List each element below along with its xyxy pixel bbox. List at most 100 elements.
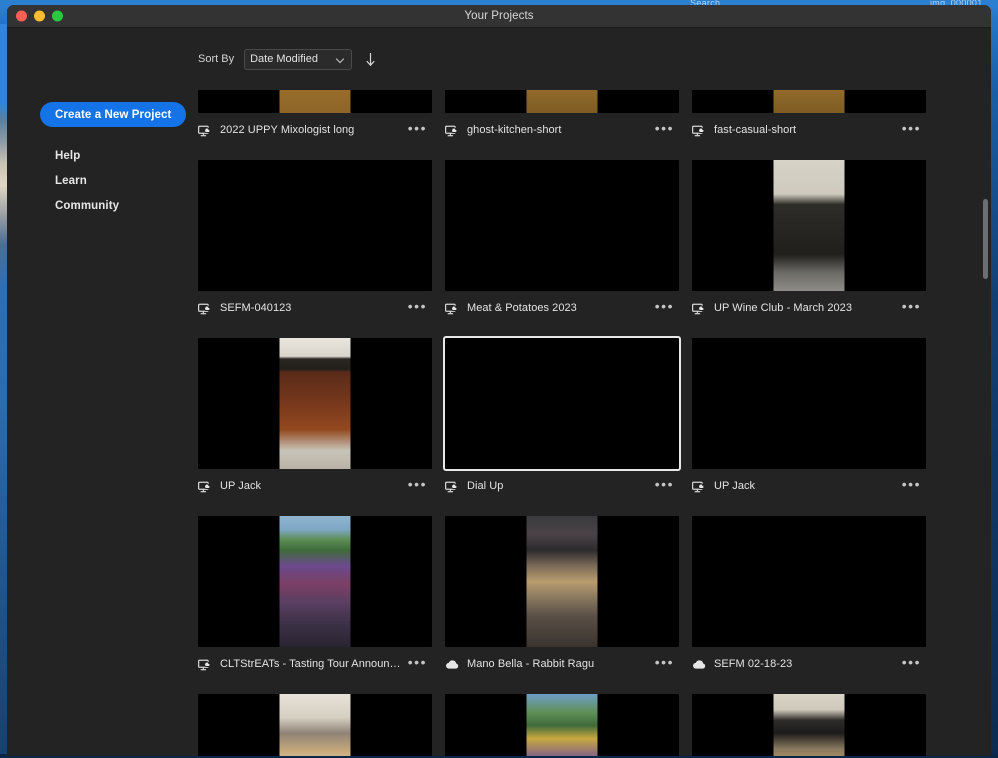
project-card[interactable]: 2022 UPPY Mixologist long•••: [198, 90, 432, 141]
project-meta-row: Dial Up•••: [445, 475, 679, 497]
project-card[interactable]: Mano Bella - Rabbit Ragu•••: [445, 516, 679, 675]
project-more-options-button[interactable]: •••: [896, 124, 923, 137]
project-thumbnail[interactable]: [692, 160, 926, 291]
cloud-sync-icon: [692, 302, 707, 315]
vertical-scrollbar[interactable]: [983, 114, 988, 756]
project-meta-row: SEFM-040123•••: [198, 297, 432, 319]
project-thumbnail[interactable]: [445, 90, 679, 113]
cloud-sync-icon: [445, 124, 460, 137]
cloud-icon: [692, 658, 707, 671]
project-more-options-button[interactable]: •••: [402, 302, 429, 315]
sort-direction-button[interactable]: [362, 50, 378, 68]
project-more-options-button[interactable]: •••: [649, 124, 676, 137]
project-card[interactable]: UP Jack•••: [692, 338, 926, 497]
project-meta-row: fast-casual-short•••: [692, 119, 926, 141]
sidebar: Create a New Project Help Learn Communit…: [7, 28, 193, 756]
sidebar-links: Help Learn Community: [55, 150, 119, 212]
project-thumbnail[interactable]: [445, 694, 679, 756]
thumbnail-image: [280, 90, 351, 113]
project-meta-row: ghost-kitchen-short•••: [445, 119, 679, 141]
sort-by-selected-value: Date Modified: [250, 53, 337, 65]
cloud-icon: [445, 658, 460, 671]
project-thumbnail[interactable]: [692, 516, 926, 647]
thumbnail-image: [774, 160, 845, 291]
project-thumbnail[interactable]: [198, 516, 432, 647]
project-thumbnail[interactable]: [445, 160, 679, 291]
sidebar-item-help[interactable]: Help: [55, 150, 119, 162]
project-thumbnail[interactable]: [198, 160, 432, 291]
project-more-options-button[interactable]: •••: [402, 658, 429, 671]
project-more-options-button[interactable]: •••: [649, 302, 676, 315]
project-card[interactable]: [445, 694, 679, 756]
project-card[interactable]: ghost-kitchen-short•••: [445, 90, 679, 141]
chevron-down-icon: [337, 55, 346, 64]
project-card[interactable]: Dial Up•••: [445, 338, 679, 497]
projects-scroll-area[interactable]: 2022 UPPY Mixologist long••• ghost-kitche…: [193, 90, 991, 756]
arrow-down-icon: [365, 52, 376, 67]
thumbnail-image: [774, 90, 845, 113]
thumbnail-image: [527, 694, 598, 756]
cloud-sync-icon: [198, 302, 213, 315]
project-more-options-button[interactable]: •••: [896, 658, 923, 671]
project-name: UP Jack: [220, 480, 402, 492]
project-thumbnail[interactable]: [198, 338, 432, 469]
thumbnail-image: [527, 516, 598, 647]
project-thumbnail[interactable]: [198, 694, 432, 756]
project-thumbnail[interactable]: [692, 338, 926, 469]
cloud-sync-icon: [198, 124, 213, 137]
project-thumbnail[interactable]: [445, 338, 679, 469]
window-title: Your Projects: [7, 10, 991, 22]
sort-by-label: Sort By: [198, 53, 234, 65]
content-area: Sort By Date Modified 2022 UPPY Mixologi…: [193, 28, 991, 756]
project-card[interactable]: SEFM-040123•••: [198, 160, 432, 319]
project-thumbnail[interactable]: [445, 516, 679, 647]
project-card[interactable]: Meat & Potatoes 2023•••: [445, 160, 679, 319]
project-card[interactable]: CLTStrEATs - Tasting Tour Announcements•…: [198, 516, 432, 675]
desktop-wallpaper-sliver: [0, 24, 7, 758]
cloud-sync-icon: [692, 124, 707, 137]
project-card[interactable]: UP Jack•••: [198, 338, 432, 497]
project-name: UP Wine Club - March 2023: [714, 302, 896, 314]
close-button[interactable]: [16, 11, 27, 22]
project-more-options-button[interactable]: •••: [896, 480, 923, 493]
project-name: CLTStrEATs - Tasting Tour Announcements: [220, 658, 402, 670]
project-more-options-button[interactable]: •••: [649, 658, 676, 671]
thumbnail-image: [527, 90, 598, 113]
maximize-button[interactable]: [52, 11, 63, 22]
project-card[interactable]: UP Wine Club - March 2023•••: [692, 160, 926, 319]
project-name: Dial Up: [467, 480, 649, 492]
scrollbar-thumb[interactable]: [983, 199, 988, 279]
project-thumbnail[interactable]: [692, 694, 926, 756]
project-meta-row: UP Jack•••: [198, 475, 432, 497]
minimize-button[interactable]: [34, 11, 45, 22]
project-meta-row: SEFM 02-18-23•••: [692, 653, 926, 675]
project-card[interactable]: fast-casual-short•••: [692, 90, 926, 141]
project-card[interactable]: [198, 694, 432, 756]
project-card[interactable]: SEFM 02-18-23•••: [692, 516, 926, 675]
sidebar-item-community[interactable]: Community: [55, 200, 119, 212]
project-more-options-button[interactable]: •••: [649, 480, 676, 493]
project-meta-row: Meat & Potatoes 2023•••: [445, 297, 679, 319]
sort-toolbar: Sort By Date Modified: [193, 28, 991, 90]
sidebar-item-learn[interactable]: Learn: [55, 175, 119, 187]
application-window: Your Projects Create a New Project Help …: [7, 5, 991, 756]
window-titlebar: Your Projects: [7, 5, 991, 28]
project-name: SEFM 02-18-23: [714, 658, 896, 670]
thumbnail-image: [280, 694, 351, 756]
cloud-sync-icon: [445, 302, 460, 315]
project-more-options-button[interactable]: •••: [402, 480, 429, 493]
create-new-project-button[interactable]: Create a New Project: [40, 102, 186, 127]
project-meta-row: UP Jack•••: [692, 475, 926, 497]
sort-by-select[interactable]: Date Modified: [244, 49, 352, 70]
projects-grid: 2022 UPPY Mixologist long••• ghost-kitche…: [193, 90, 991, 756]
project-thumbnail[interactable]: [198, 90, 432, 113]
project-meta-row: Mano Bella - Rabbit Ragu•••: [445, 653, 679, 675]
project-name: ghost-kitchen-short: [467, 124, 649, 136]
project-meta-row: CLTStrEATs - Tasting Tour Announcements•…: [198, 653, 432, 675]
project-thumbnail[interactable]: [692, 90, 926, 113]
project-more-options-button[interactable]: •••: [402, 124, 429, 137]
project-card[interactable]: [692, 694, 926, 756]
project-more-options-button[interactable]: •••: [896, 302, 923, 315]
project-name: Mano Bella - Rabbit Ragu: [467, 658, 649, 670]
thumbnail-image: [774, 694, 845, 756]
